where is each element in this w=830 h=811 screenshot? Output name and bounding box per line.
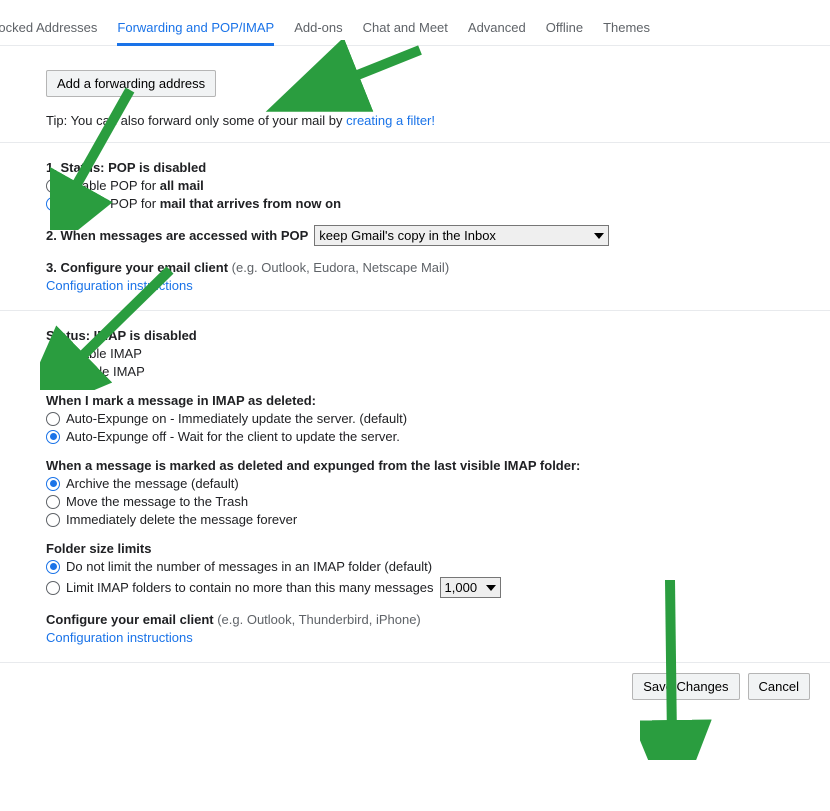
pop-access-label: 2. When messages are accessed with POP	[46, 228, 308, 243]
imap-configure-label: Configure your email client (e.g. Outloo…	[46, 612, 421, 627]
forwarding-section: Add a forwarding address Tip: You can al…	[0, 58, 830, 142]
pop-section: 1. Status: POP is disabled Enable POP fo…	[0, 142, 830, 310]
imap-expunged-label: When a message is marked as deleted and …	[46, 458, 580, 473]
archive-message-label: Archive the message (default)	[66, 476, 239, 491]
radio-delete-forever[interactable]	[46, 513, 60, 527]
tab-addons[interactable]: Add-ons	[294, 12, 342, 45]
radio-enable-imap[interactable]	[46, 347, 60, 361]
add-forwarding-address-button[interactable]: Add a forwarding address	[46, 70, 216, 97]
tab-forwarding-pop-imap[interactable]: Forwarding and POP/IMAP	[117, 12, 274, 46]
tab-chat-meet[interactable]: Chat and Meet	[363, 12, 448, 45]
radio-archive-message[interactable]	[46, 477, 60, 491]
create-filter-link[interactable]: creating a filter!	[346, 113, 435, 128]
radio-move-to-trash[interactable]	[46, 495, 60, 509]
auto-expunge-on-label: Auto-Expunge on - Immediately update the…	[66, 411, 407, 426]
tab-offline[interactable]: Offline	[546, 12, 583, 45]
auto-expunge-off-label: Auto-Expunge off - Wait for the client t…	[66, 429, 400, 444]
radio-limit-folders[interactable]	[46, 581, 60, 595]
cancel-button[interactable]: Cancel	[748, 673, 810, 700]
radio-auto-expunge-on[interactable]	[46, 412, 60, 426]
disable-imap-label: Disable IMAP	[66, 364, 145, 379]
radio-pop-from-now-on[interactable]	[46, 197, 60, 211]
radio-pop-all-mail[interactable]	[46, 179, 60, 193]
move-to-trash-label: Move the message to the Trash	[66, 494, 248, 509]
footer-buttons: Save Changes Cancel	[0, 662, 830, 710]
radio-disable-imap[interactable]	[46, 365, 60, 379]
forwarding-tip: Tip: You can also forward only some of y…	[46, 113, 830, 128]
folder-limit-select[interactable]: 1,000	[440, 577, 501, 598]
limit-folders-label: Limit IMAP folders to contain no more th…	[66, 580, 434, 595]
imap-configuration-instructions-link[interactable]: Configuration instructions	[46, 630, 193, 645]
tab-advanced[interactable]: Advanced	[468, 12, 526, 45]
radio-auto-expunge-off[interactable]	[46, 430, 60, 444]
pop-access-select[interactable]: keep Gmail's copy in the Inbox	[314, 225, 609, 246]
no-limit-label: Do not limit the number of messages in a…	[66, 559, 432, 574]
tab-themes[interactable]: Themes	[603, 12, 650, 45]
enable-imap-label: Enable IMAP	[66, 346, 142, 361]
pop-from-now-on-label: Enable POP for mail that arrives from no…	[66, 196, 341, 211]
pop-status-label: 1. Status: POP is disabled	[46, 160, 206, 175]
imap-deleted-label: When I mark a message in IMAP as deleted…	[46, 393, 316, 408]
imap-section: Status: IMAP is disabled Enable IMAP Dis…	[0, 310, 830, 662]
radio-no-limit[interactable]	[46, 560, 60, 574]
delete-forever-label: Immediately delete the message forever	[66, 512, 297, 527]
pop-configuration-instructions-link[interactable]: Configuration instructions	[46, 278, 193, 293]
imap-status-label: Status: IMAP is disabled	[46, 328, 197, 343]
forwarding-tip-text: Tip: You can also forward only some of y…	[46, 113, 346, 128]
pop-configure-label: 3. Configure your email client (e.g. Out…	[46, 260, 449, 275]
save-changes-button[interactable]: Save Changes	[632, 673, 739, 700]
settings-tabs: d Blocked Addresses Forwarding and POP/I…	[0, 0, 830, 46]
pop-all-mail-label: Enable POP for all mail	[66, 178, 204, 193]
tab-blocked-addresses[interactable]: d Blocked Addresses	[0, 12, 97, 45]
folder-size-limits-label: Folder size limits	[46, 541, 151, 556]
